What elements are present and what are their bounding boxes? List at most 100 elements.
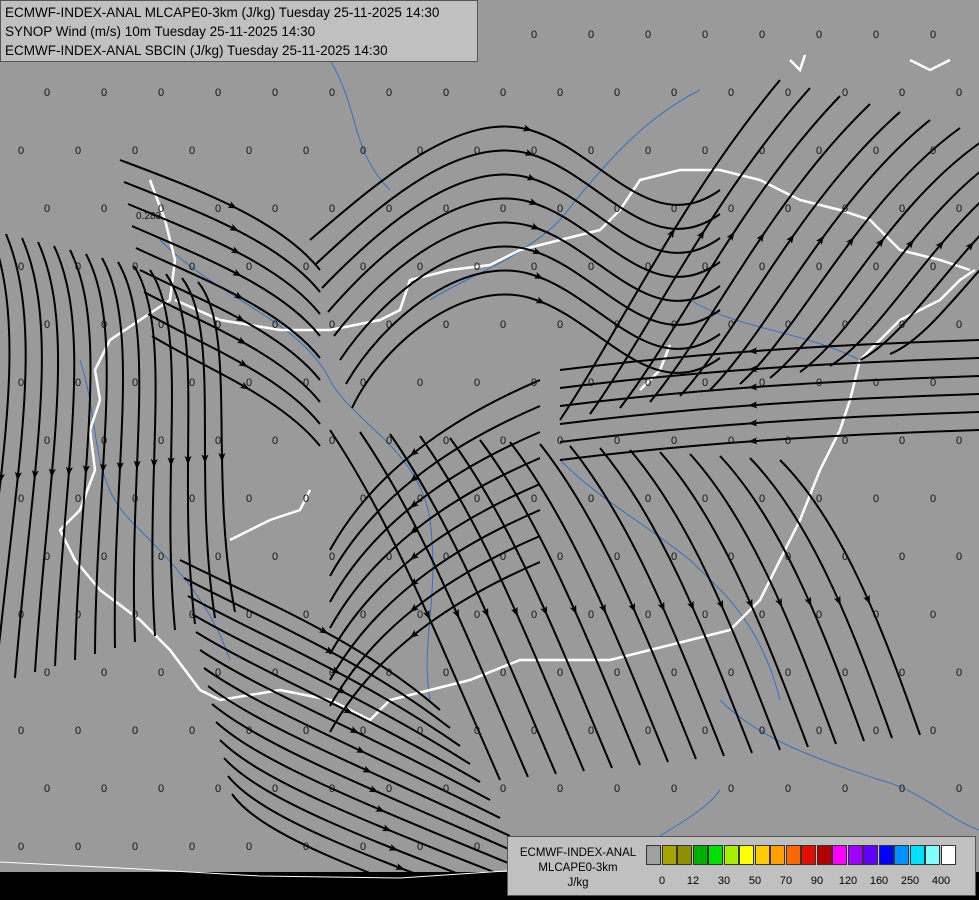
streamline-arrowhead (318, 626, 329, 634)
field-value-label: 0 (329, 783, 335, 795)
field-value-label: 0 (272, 203, 278, 215)
field-value-label: 0 (588, 493, 594, 505)
field-value-label: 0 (816, 725, 822, 737)
field-value-label: 0 (189, 493, 195, 505)
field-value-label: 0 (215, 435, 221, 447)
field-value-label: 0 (956, 667, 962, 679)
field-value-label: 0 (614, 435, 620, 447)
field-value-label: 0 (215, 667, 221, 679)
field-value-label: 0 (158, 667, 164, 679)
streamline-arrowhead (481, 607, 489, 618)
border-line (174, 168, 971, 332)
streamline (829, 202, 979, 367)
field-value-label: 0 (18, 725, 24, 737)
streamline-arrowhead (452, 608, 460, 619)
border-line (789, 54, 807, 73)
streamline-arrowhead (535, 296, 546, 304)
field-value-label: 0 (246, 377, 252, 389)
streamline (659, 451, 809, 748)
field-value-label: 0 (329, 319, 335, 331)
field-value-label: 0 (474, 609, 480, 621)
field-value-label: 0 (474, 377, 480, 389)
field-value-label: 0 (75, 145, 81, 157)
field-value-label: 0 (500, 319, 506, 331)
field-value-label: 0 (132, 609, 138, 621)
legend-swatch (646, 845, 661, 865)
field-value-label: 0 (215, 203, 221, 215)
field-value-label: 0 (443, 435, 449, 447)
field-value-label: 0 (645, 29, 651, 41)
streamline-arrowhead (833, 595, 841, 606)
streamline-arrowhead (863, 594, 871, 605)
streamline (69, 249, 92, 661)
field-value-label: 0 (759, 493, 765, 505)
field-value-label: 0 (18, 145, 24, 157)
field-value-label: 0 (816, 29, 822, 41)
country-borders (58, 54, 976, 722)
river-line (159, 239, 434, 701)
field-value-label: 0 (18, 841, 24, 853)
field-value-label: 0 (303, 261, 309, 273)
header-cin-line: ECMWF-INDEX-ANAL SBCIN (J/kg) Tuesday 25… (5, 43, 388, 58)
field-value-label: 0 (360, 609, 366, 621)
legend-title-unit: J/kg (567, 877, 589, 889)
legend-swatch (894, 845, 909, 865)
field-value-label: 0 (873, 29, 879, 41)
field-value-label: 0 (360, 377, 366, 389)
field-value-label: 0 (132, 725, 138, 737)
legend-swatch (878, 845, 894, 865)
legend-swatch (925, 845, 940, 865)
field-value-label: 0 (702, 145, 708, 157)
field-value-label: 0 (44, 783, 50, 795)
field-value-label: 0 (474, 261, 480, 273)
field-value-label: 0 (842, 435, 848, 447)
field-value-label: 0 (18, 493, 24, 505)
streamline-arrowhead (232, 269, 242, 277)
field-value-label: 0 (132, 261, 138, 273)
field-value-label: 0 (44, 87, 50, 99)
field-value-label: 0 (557, 435, 563, 447)
field-value-label: 0 (930, 29, 936, 41)
field-value-label: 0 (246, 493, 252, 505)
legend-swatch (723, 845, 739, 865)
field-value-label: 0 (101, 783, 107, 795)
field-value-label: 0 (759, 29, 765, 41)
field-value-label: 0 (246, 609, 252, 621)
legend-swatch (940, 845, 956, 865)
field-value-label: 0 (500, 203, 506, 215)
streamline-arrowhead (238, 359, 248, 367)
field-value-label: 0 (303, 145, 309, 157)
streamline-arrowhead (230, 246, 241, 254)
field-value-label: 0 (956, 551, 962, 563)
field-value-label: 0 (101, 551, 107, 563)
streamline-arrowhead (804, 596, 812, 607)
streamline-arrowhead (510, 606, 518, 617)
streamline (419, 435, 585, 772)
streamline (327, 197, 721, 313)
field-value-label: 0 (417, 725, 423, 737)
streamline (345, 269, 721, 385)
legend-tick-label: 0 (658, 875, 666, 887)
header-cape-line: ECMWF-INDEX-ANAL MLCAPE0-3km (J/kg) Tues… (5, 5, 440, 20)
field-value-label: 0 (899, 87, 905, 99)
field-value-label: 0 (588, 609, 594, 621)
field-value-label: 0 (303, 493, 309, 505)
streamline-arrowhead (229, 223, 239, 232)
field-value-label: 0 (785, 551, 791, 563)
field-value-label: 0 (417, 493, 423, 505)
field-value-label: 0 (360, 725, 366, 737)
field-value-label: 0 (899, 667, 905, 679)
field-value-label: 0 (956, 87, 962, 99)
field-value-label: 0 (215, 783, 221, 795)
wind-streamlines (0, 79, 979, 900)
streamline (151, 335, 321, 447)
field-value-label: 0 (75, 377, 81, 389)
field-value-label: 0 (386, 783, 392, 795)
field-value-label: 0 (386, 203, 392, 215)
field-value-label: 0 (386, 319, 392, 331)
field-value-label: 0 (930, 145, 936, 157)
field-value-label: 0 (474, 145, 480, 157)
legend-swatch (816, 845, 832, 865)
field-value-label: 0 (785, 203, 791, 215)
streamline-arrowhead (530, 222, 541, 230)
